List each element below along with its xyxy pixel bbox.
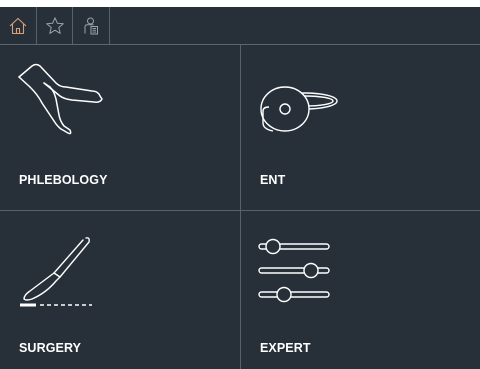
tile-expert[interactable]: EXPERT: [241, 211, 480, 369]
scalpel-icon: [20, 237, 92, 307]
tab-documents[interactable]: [73, 7, 110, 44]
top-toolbar: [0, 7, 480, 45]
tile-ent[interactable]: ENT: [241, 45, 480, 210]
tile-label: ENT: [260, 173, 286, 187]
star-icon: [45, 16, 64, 34]
legs-icon: [18, 63, 103, 135]
tile-phlebology[interactable]: PHLEBOLOGY: [0, 45, 240, 210]
app-window: PHLEBOLOGY ENT SURGERY EXPERT: [0, 7, 480, 369]
tab-favorites[interactable]: [37, 7, 73, 44]
tile-label: PHLEBOLOGY: [19, 173, 108, 187]
tile-surgery[interactable]: SURGERY: [0, 211, 240, 369]
document-icon: [84, 17, 98, 34]
tile-label: EXPERT: [260, 341, 311, 355]
sliders-icon: [258, 238, 330, 303]
tab-home[interactable]: [0, 7, 37, 44]
tile-label: SURGERY: [19, 341, 82, 355]
head-mirror-icon: [260, 86, 338, 132]
home-icon: [9, 17, 27, 34]
